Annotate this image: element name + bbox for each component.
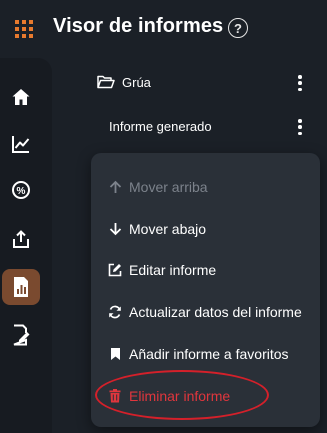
arrow-down-icon [108,222,122,236]
edit-icon [108,263,122,277]
report-more-icon[interactable] [298,119,302,135]
share-icon [13,230,29,248]
line-chart-icon [12,136,30,153]
refresh-icon [108,305,122,319]
tree-report-label: Informe generado [109,119,212,134]
rail-edit-button[interactable] [2,317,40,353]
report-icon [14,277,28,297]
menu-refresh-report[interactable]: Actualizar datos del informe [91,292,320,332]
app-title: Visor de informes [53,15,224,37]
rail-analytics-button[interactable] [2,126,40,162]
menu-move-down[interactable]: Mover abajo [91,209,320,249]
tree-folder-label: Grúa [122,75,151,90]
side-rail: % [0,58,52,433]
arrow-up-icon [108,180,122,194]
menu-edit-report[interactable]: Editar informe [91,250,320,290]
home-icon [12,89,30,105]
report-tree: Grúa Informe generado [52,58,327,158]
trash-icon [108,389,122,403]
bookmark-icon [108,347,122,361]
percent-icon: % [12,181,30,199]
tree-folder-row[interactable]: Grúa [52,62,327,102]
tree-report-row[interactable]: Informe generado [52,106,327,146]
menu-move-up[interactable]: Mover arriba [91,167,320,207]
rail-home-button[interactable] [2,79,40,115]
menu-delete-report[interactable]: Eliminar informe [91,376,320,416]
apps-grid-icon[interactable] [15,20,33,38]
menu-add-favorite[interactable]: Añadir informe a favoritos [91,334,320,374]
report-context-menu: Mover arriba Mover abajo Editar informe … [91,153,320,427]
top-bar: Visor de informes ? [0,0,327,58]
folder-open-icon [97,75,115,89]
rail-reports-button[interactable] [2,269,40,305]
svg-text:%: % [17,186,26,197]
folder-more-icon[interactable] [298,75,302,91]
rail-share-button[interactable] [2,221,40,257]
edit-document-icon [13,324,30,346]
rail-percent-button[interactable]: % [2,172,40,208]
help-icon[interactable]: ? [228,18,248,38]
